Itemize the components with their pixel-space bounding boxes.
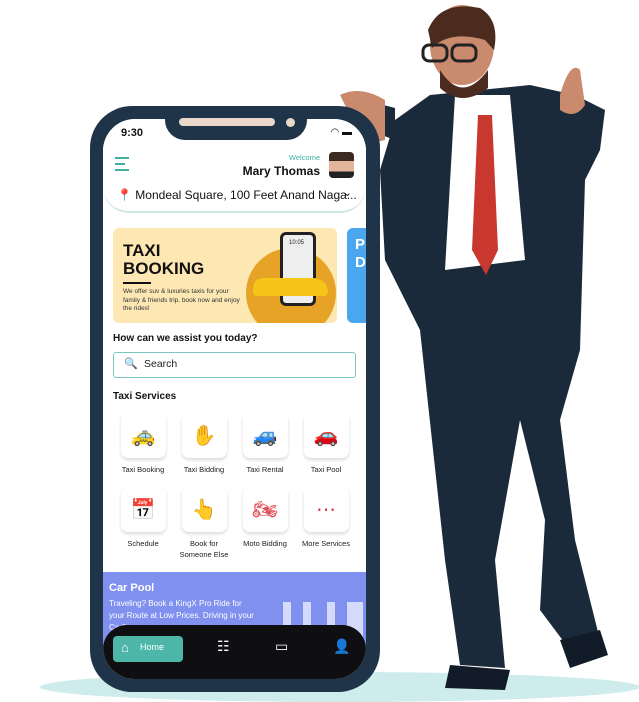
banner-phone-time: 10:05	[289, 240, 305, 246]
phone-notch	[165, 106, 307, 140]
assist-heading: How can we assist you today?	[113, 333, 258, 344]
status-time: 9:30	[121, 127, 144, 139]
home-icon: ⌂	[121, 640, 129, 655]
more-icon: ⋯	[303, 487, 349, 532]
nav-wallet-icon[interactable]: ▭	[275, 638, 288, 655]
service-schedule[interactable]: 📅 Schedule	[113, 487, 173, 549]
nav-home[interactable]: ⌂ Home	[113, 636, 183, 662]
chevron-down-icon[interactable]: ⌄	[343, 186, 352, 199]
service-label: More Services	[302, 539, 350, 548]
service-taxi-rental[interactable]: 🚙 Taxi Rental	[235, 413, 295, 475]
nav-bookings-list-icon[interactable]: ☷	[217, 638, 230, 655]
phone-screen: Welcome Mary Thomas 📍 Mondeal Square, 10…	[103, 119, 366, 679]
banner-description: We offer suv & luxuries taxis for your f…	[123, 288, 240, 312]
calendar-icon: 📅	[120, 487, 166, 532]
motorbike-icon: 🏍	[242, 487, 288, 532]
search-input[interactable]: 🔍 Search	[113, 352, 356, 378]
service-taxi-pool[interactable]: 🚗 Taxi Pool	[296, 413, 356, 475]
service-label: Taxi Booking	[121, 465, 165, 474]
search-placeholder: Search	[144, 358, 178, 370]
service-taxi-bidding[interactable]: ✋ Taxi Bidding	[174, 413, 234, 475]
nav-profile-icon[interactable]: 👤	[333, 638, 350, 655]
service-book-for-someone-else[interactable]: 👆 Book for Someone Else	[174, 487, 234, 560]
banner-divider	[123, 282, 151, 284]
service-label: Taxi Rental	[246, 465, 284, 474]
bid-icon: ✋	[181, 413, 227, 458]
promo-banner-2[interactable]: P D	[347, 228, 366, 323]
service-label: Moto Bidding	[243, 539, 287, 548]
service-more-services[interactable]: ⋯ More Services	[296, 487, 356, 549]
service-label: Book for Someone Else	[179, 539, 229, 559]
service-moto-bidding[interactable]: 🏍 Moto Bidding	[235, 487, 295, 549]
user-name: Mary Thomas	[242, 164, 320, 178]
location-text: Mondeal Square, 100 Feet Anand Naga...	[135, 188, 357, 202]
taxi-car-icon	[253, 278, 328, 296]
search-icon: 🔍	[124, 358, 138, 370]
hand-tap-icon: 👆	[181, 487, 227, 532]
service-label: Taxi Bidding	[183, 465, 225, 474]
bottom-nav: ⌂ Home ☷ ▭ 👤	[103, 625, 366, 679]
service-taxi-booking[interactable]: 🚕 Taxi Booking	[113, 413, 173, 475]
avatar[interactable]	[329, 152, 354, 178]
services-heading: Taxi Services	[113, 391, 177, 402]
wifi-battery-icon: ◠ ▬	[330, 127, 352, 138]
hamburger-menu-icon[interactable]	[115, 157, 129, 175]
service-label: Taxi Pool	[310, 465, 342, 474]
welcome-label: Welcome	[288, 153, 320, 162]
banner-title: TAXI BOOKING	[123, 241, 205, 278]
taxi-icon: 🚕	[120, 413, 166, 458]
car-pool-title: Car Pool	[109, 582, 155, 594]
car-pool-icon: 🚗	[303, 413, 349, 458]
location-pin-icon: 📍	[117, 188, 132, 202]
taxi-booking-banner[interactable]: TAXI BOOKING We offer suv & luxuries taxi…	[113, 228, 337, 323]
rental-car-icon: 🚙	[242, 413, 288, 458]
nav-home-label: Home	[140, 642, 165, 652]
location-selector[interactable]: 📍 Mondeal Square, 100 Feet Anand Naga...	[117, 188, 357, 202]
service-label: Schedule	[127, 539, 159, 548]
